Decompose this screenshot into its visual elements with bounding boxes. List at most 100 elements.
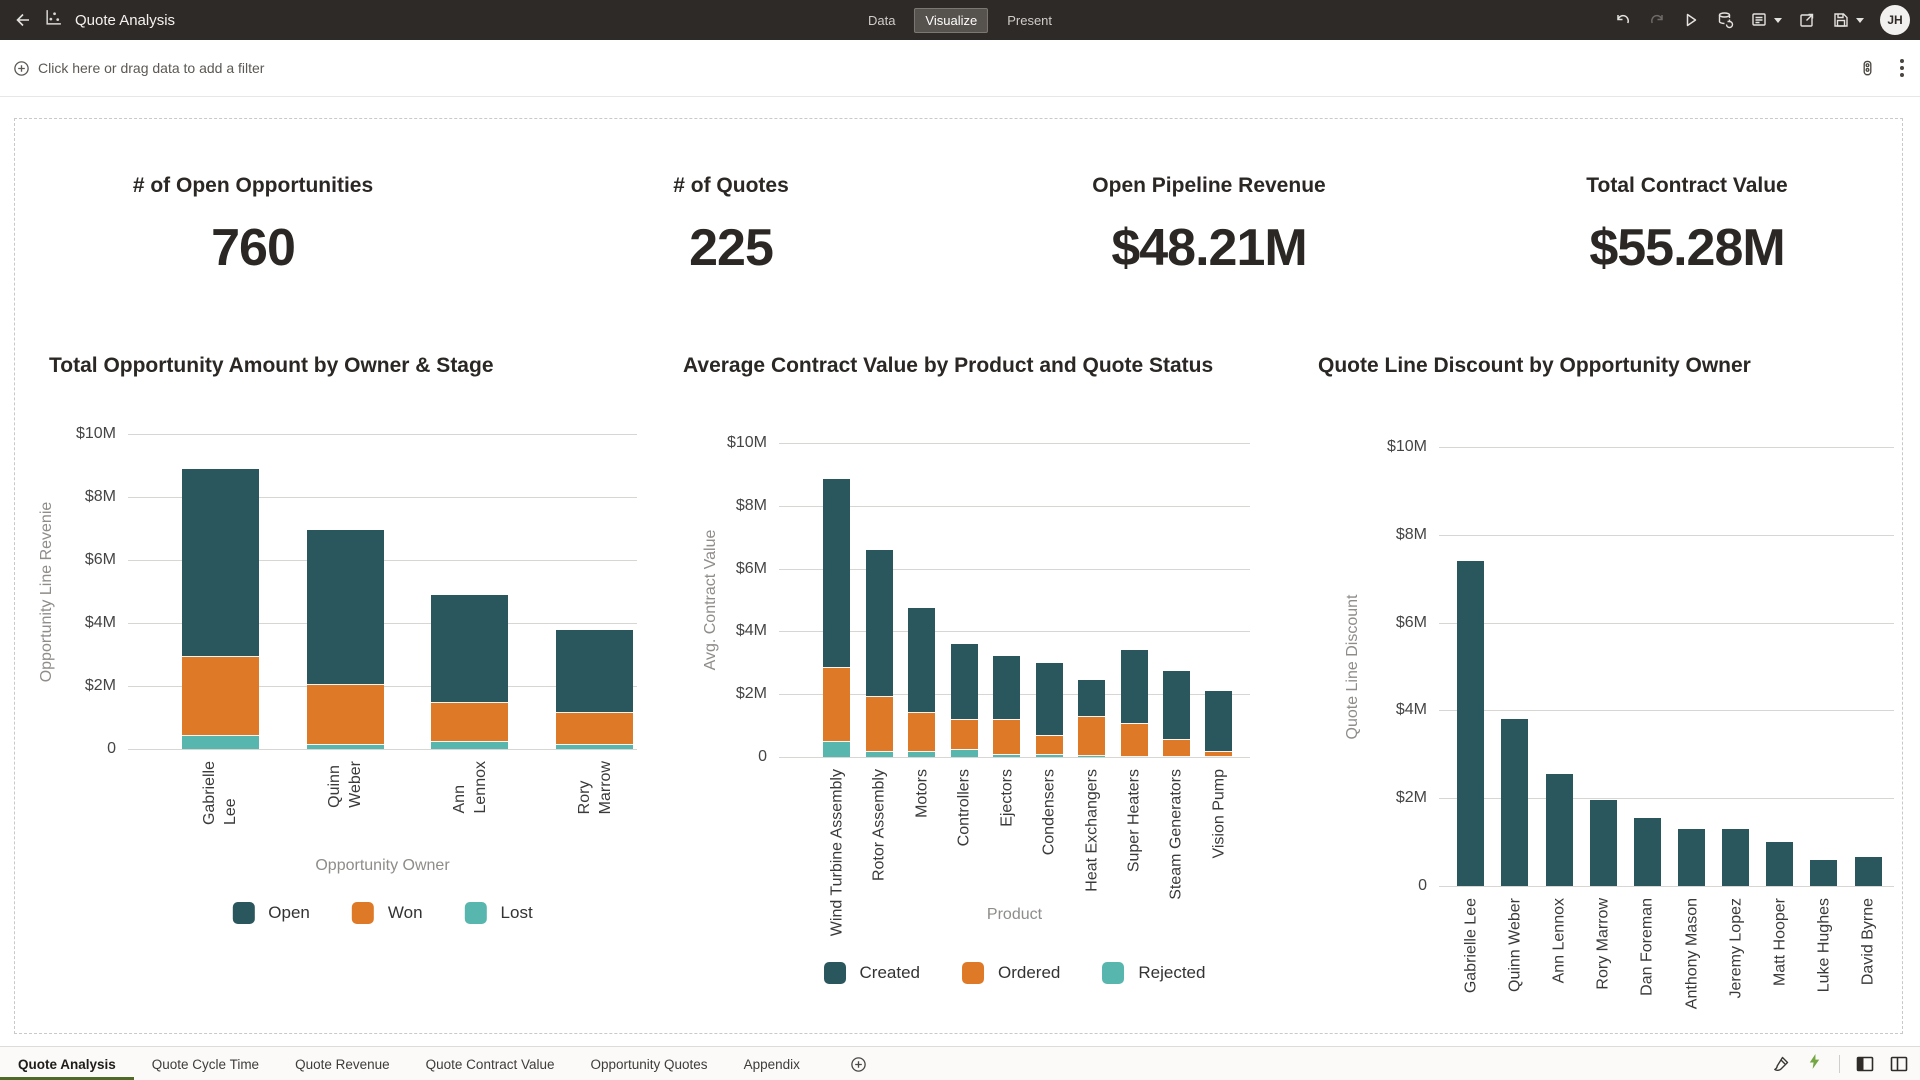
bar-segment-quote-line-discount[interactable]	[1678, 829, 1705, 886]
bar-segment-ordered[interactable]	[1078, 716, 1105, 755]
bar-segment-quote-line-discount[interactable]	[1634, 818, 1661, 886]
bar-segment-created[interactable]	[1036, 663, 1063, 735]
bar[interactable]	[1457, 561, 1484, 886]
chart-total-opportunity-amount[interactable]: Total Opportunity Amount by Owner & Stag…	[14, 330, 643, 1032]
add-canvas-button[interactable]	[844, 1047, 873, 1080]
bar-segment-open[interactable]	[307, 530, 384, 684]
spark-icon[interactable]	[1806, 1053, 1823, 1075]
bar-segment-rejected[interactable]	[1121, 756, 1148, 757]
bar[interactable]	[1855, 857, 1882, 886]
bar[interactable]	[1634, 818, 1661, 886]
bar-segment-rejected[interactable]	[1078, 755, 1105, 757]
bar-segment-created[interactable]	[1163, 671, 1190, 739]
canvas-tab-quote-revenue[interactable]: Quote Revenue	[277, 1047, 408, 1080]
present-play-button[interactable]	[1682, 11, 1700, 29]
bar-segment-quote-line-discount[interactable]	[1722, 829, 1749, 886]
bar-segment-created[interactable]	[866, 550, 893, 696]
canvas-tab-quote-contract-value[interactable]: Quote Contract Value	[408, 1047, 573, 1080]
bar[interactable]	[307, 530, 384, 749]
kpi-tile-quotes[interactable]: # of Quotes 225	[492, 130, 970, 320]
bar-segment-lost[interactable]	[182, 735, 259, 749]
bar[interactable]	[993, 656, 1020, 757]
bar-segment-quote-line-discount[interactable]	[1457, 561, 1484, 886]
bar-segment-won[interactable]	[431, 702, 508, 741]
brush-style-button[interactable]	[1772, 1055, 1790, 1073]
canvas-tab-opportunity-quotes[interactable]: Opportunity Quotes	[572, 1047, 725, 1080]
bar-segment-created[interactable]	[908, 608, 935, 712]
bar-segment-ordered[interactable]	[951, 719, 978, 749]
bar-segment-quote-line-discount[interactable]	[1810, 860, 1837, 886]
save-menu-button[interactable]	[1832, 11, 1864, 29]
legend-item-won[interactable]: Won	[352, 902, 423, 924]
legend-item-rejected[interactable]: Rejected	[1102, 962, 1205, 984]
bar-segment-rejected[interactable]	[1036, 754, 1063, 757]
bar-segment-quote-line-discount[interactable]	[1546, 774, 1573, 886]
bar-segment-rejected[interactable]	[866, 751, 893, 757]
chart-average-contract-value[interactable]: Average Contract Value by Product and Qu…	[643, 330, 1272, 1032]
panel-left-filled-button[interactable]	[1856, 1056, 1874, 1072]
panel-left-outline-button[interactable]	[1890, 1056, 1908, 1072]
canvas-tab-quote-analysis[interactable]: Quote Analysis	[0, 1047, 134, 1080]
bar-segment-open[interactable]	[556, 630, 633, 712]
bar-segment-rejected[interactable]	[1205, 756, 1232, 757]
bar[interactable]	[556, 630, 633, 749]
kebab-menu-icon[interactable]	[1898, 57, 1906, 79]
bar-segment-ordered[interactable]	[1036, 735, 1063, 754]
bar-segment-ordered[interactable]	[1163, 739, 1190, 756]
bar-segment-created[interactable]	[993, 656, 1020, 719]
user-avatar[interactable]: JH	[1880, 5, 1910, 35]
canvas-properties-button[interactable]	[1859, 60, 1876, 77]
bar[interactable]	[1546, 774, 1573, 886]
legend-item-ordered[interactable]: Ordered	[962, 962, 1060, 984]
bar[interactable]	[908, 608, 935, 757]
bar[interactable]	[823, 479, 850, 757]
bar-segment-quote-line-discount[interactable]	[1501, 719, 1528, 886]
bar-segment-rejected[interactable]	[908, 751, 935, 757]
canvas-tab-quote-cycle-time[interactable]: Quote Cycle Time	[134, 1047, 277, 1080]
back-button[interactable]	[14, 11, 32, 29]
kpi-tile-open-pipeline-revenue[interactable]: Open Pipeline Revenue $48.21M	[970, 130, 1448, 320]
bar-segment-quote-line-discount[interactable]	[1766, 842, 1793, 886]
bar[interactable]	[1501, 719, 1528, 886]
bar-segment-lost[interactable]	[307, 744, 384, 749]
kpi-tile-open-opportunities[interactable]: # of Open Opportunities 760	[14, 130, 492, 320]
bar-segment-created[interactable]	[951, 644, 978, 719]
bar[interactable]	[951, 644, 978, 757]
tab-data[interactable]: Data	[857, 8, 906, 33]
bar[interactable]	[1078, 680, 1105, 757]
bar[interactable]	[1121, 650, 1148, 757]
bar[interactable]	[1722, 829, 1749, 886]
bar-segment-created[interactable]	[823, 479, 850, 667]
bar-segment-lost[interactable]	[431, 741, 508, 749]
bar-segment-ordered[interactable]	[823, 667, 850, 741]
legend-item-lost[interactable]: Lost	[465, 902, 533, 924]
bar-segment-ordered[interactable]	[866, 696, 893, 751]
bar-segment-ordered[interactable]	[1121, 723, 1148, 756]
bar[interactable]	[1678, 829, 1705, 886]
bar-segment-won[interactable]	[307, 684, 384, 744]
bar[interactable]	[1590, 800, 1617, 886]
legend-item-created[interactable]: Created	[824, 962, 920, 984]
chart-quote-line-discount[interactable]: Quote Line Discount by Opportunity Owner…	[1272, 330, 1902, 1032]
refresh-data-button[interactable]	[1716, 11, 1734, 29]
bar-segment-won[interactable]	[182, 656, 259, 735]
bar-segment-open[interactable]	[182, 469, 259, 656]
bar-segment-rejected[interactable]	[951, 749, 978, 757]
bar[interactable]	[1163, 671, 1190, 757]
tab-visualize[interactable]: Visualize	[914, 8, 988, 33]
tab-present[interactable]: Present	[996, 8, 1063, 33]
bar-segment-lost[interactable]	[556, 744, 633, 749]
bar-segment-quote-line-discount[interactable]	[1855, 857, 1882, 886]
undo-button[interactable]	[1614, 11, 1632, 29]
bar-segment-won[interactable]	[556, 712, 633, 744]
bar[interactable]	[1766, 842, 1793, 886]
bar-segment-quote-line-discount[interactable]	[1590, 800, 1617, 886]
bar-segment-rejected[interactable]	[1163, 756, 1190, 757]
kpi-tile-total-contract-value[interactable]: Total Contract Value $55.28M	[1448, 130, 1920, 320]
bar-segment-rejected[interactable]	[823, 741, 850, 757]
bar[interactable]	[431, 595, 508, 749]
bar-segment-created[interactable]	[1078, 680, 1105, 716]
bar-segment-rejected[interactable]	[993, 754, 1020, 757]
notes-menu-button[interactable]	[1750, 11, 1782, 29]
bar-segment-created[interactable]	[1121, 650, 1148, 723]
